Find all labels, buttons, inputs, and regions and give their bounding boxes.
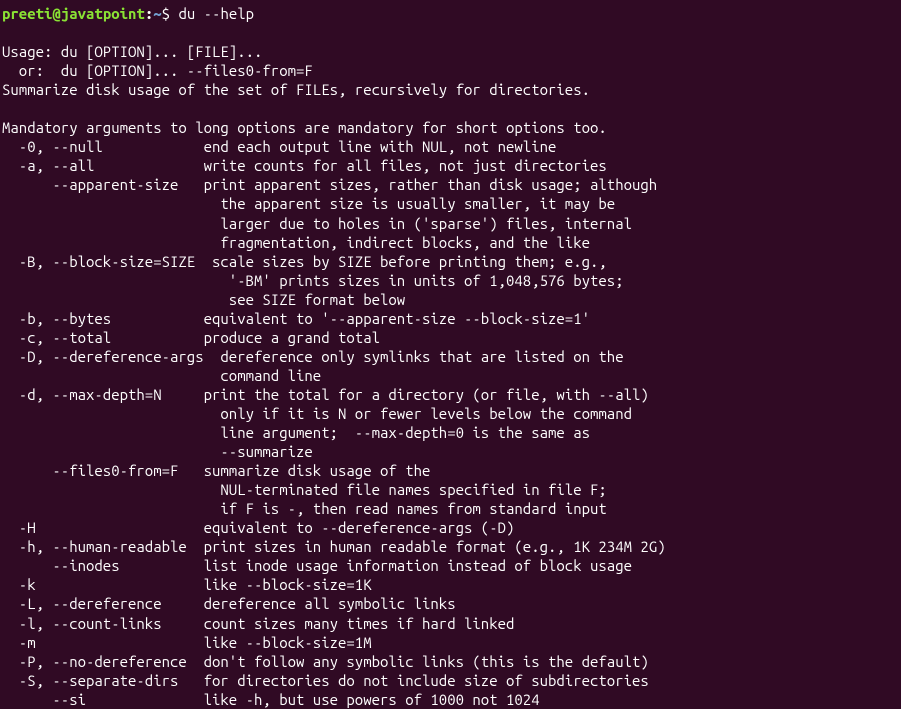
out-line: -d, --max-depth=N print the total for a … bbox=[2, 386, 649, 403]
out-line: --apparent-size print apparent sizes, ra… bbox=[2, 176, 657, 193]
out-line: if F is -, then read names from standard… bbox=[2, 500, 607, 517]
out-line: -S, --separate-dirs for directories do n… bbox=[2, 672, 649, 689]
prompt-user: preeti bbox=[2, 5, 52, 22]
prompt-path: ~ bbox=[153, 5, 161, 22]
out-line: -0, --null end each output line with NUL… bbox=[2, 138, 556, 155]
out-line: NUL-terminated file names specified in f… bbox=[2, 481, 607, 498]
command-text: du --help bbox=[178, 5, 254, 22]
out-line: -a, --all write counts for all files, no… bbox=[2, 157, 607, 174]
out-line: -k like --block-size=1K bbox=[2, 576, 372, 593]
out-line: larger due to holes in ('sparse') files,… bbox=[2, 215, 632, 232]
out-line: -b, --bytes equivalent to '--apparent-si… bbox=[2, 310, 590, 327]
out-line: -c, --total produce a grand total bbox=[2, 329, 380, 346]
out-line: --summarize bbox=[2, 443, 313, 460]
out-line: Summarize disk usage of the set of FILEs… bbox=[2, 81, 590, 98]
out-line: -m like --block-size=1M bbox=[2, 634, 372, 651]
out-line: or: du [OPTION]... --files0-from=F bbox=[2, 62, 313, 79]
out-line: only if it is N or fewer levels below th… bbox=[2, 405, 632, 422]
prompt-colon: : bbox=[145, 5, 153, 22]
out-line: Usage: du [OPTION]... [FILE]... bbox=[2, 43, 262, 60]
out-line: --inodes list inode usage information in… bbox=[2, 557, 632, 574]
prompt-line: preeti@javatpoint:~$ du --help bbox=[2, 4, 899, 23]
out-line: --files0-from=F summarize disk usage of … bbox=[2, 462, 430, 479]
out-line: see SIZE format below bbox=[2, 291, 405, 308]
out-line: --si like -h, but use powers of 1000 not… bbox=[2, 691, 540, 708]
prompt-at: @ bbox=[52, 5, 60, 22]
out-line: '-BM' prints sizes in units of 1,048,576… bbox=[2, 272, 624, 289]
out-line: -L, --dereference dereference all symbol… bbox=[2, 595, 456, 612]
prompt-dollar: $ bbox=[162, 5, 179, 22]
out-line: -P, --no-dereference don't follow any sy… bbox=[2, 653, 649, 670]
out-line: -h, --human-readable print sizes in huma… bbox=[2, 538, 666, 555]
out-line: line argument; --max-depth=0 is the same… bbox=[2, 424, 590, 441]
out-line: -D, --dereference-args dereference only … bbox=[2, 348, 624, 365]
out-line: Mandatory arguments to long options are … bbox=[2, 119, 607, 136]
prompt-host: javatpoint bbox=[61, 5, 145, 22]
out-line: -B, --block-size=SIZE scale sizes by SIZ… bbox=[2, 253, 607, 270]
out-line: the apparent size is usually smaller, it… bbox=[2, 195, 615, 212]
out-line: -H equivalent to --dereference-args (-D) bbox=[2, 519, 514, 536]
out-line: -l, --count-links count sizes many times… bbox=[2, 615, 514, 632]
out-line: fragmentation, indirect blocks, and the … bbox=[2, 234, 590, 251]
out-line: command line bbox=[2, 367, 321, 384]
terminal-output[interactable]: preeti@javatpoint:~$ du --help Usage: du… bbox=[2, 4, 899, 709]
